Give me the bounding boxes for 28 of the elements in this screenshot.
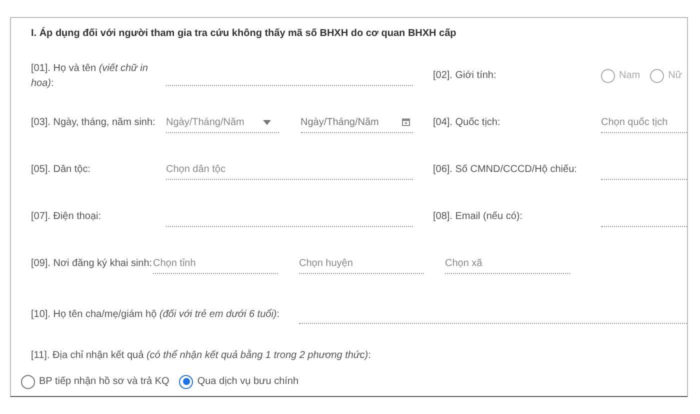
radio-label: BP tiếp nhận hồ sơ và trả KQ bbox=[39, 375, 170, 389]
field-label: [11]. Địa chỉ nhận kết quả (có thể nhận kết quả bằng 1 trong 2 phương thức): bbox=[31, 348, 372, 363]
select-field[interactable]: Chọn tỉnh bbox=[153, 254, 278, 274]
field-label: [03]. Ngày, tháng, năm sinh: bbox=[31, 116, 156, 130]
radio-button[interactable] bbox=[21, 374, 35, 388]
radio-button[interactable] bbox=[650, 68, 664, 82]
date-field[interactable]: Ngày/Tháng/Năm bbox=[300, 112, 413, 132]
select-field[interactable]: Chọn huyện bbox=[299, 254, 424, 274]
section-title: I. Áp dụng đối với người tham gia tra cứu không thấy mã số BHXH do cơ quan BHXH cấp bbox=[31, 26, 456, 41]
radio-button[interactable] bbox=[601, 68, 615, 82]
radio-label: Nam bbox=[619, 69, 640, 83]
field-label: [08]. Email (nếu có): bbox=[433, 210, 524, 224]
select-field[interactable]: Ngày/Tháng/Năm bbox=[166, 112, 278, 132]
field-label: [02]. Giới tính: bbox=[433, 69, 498, 83]
field-label: [09]. Nơi đăng ký khai sinh: bbox=[31, 257, 153, 271]
field-label: [10]. Họ tên cha/mẹ/giám hộ (đối với trẻ em dưới 6 tuổi): bbox=[31, 308, 281, 322]
field-label: [07]. Điện thoại: bbox=[31, 210, 102, 224]
field-label: [06]. Số CMND/CCCD/Hộ chiếu: bbox=[433, 163, 578, 177]
radio-button[interactable] bbox=[179, 374, 194, 388]
select-field[interactable]: Chọn quốc tịch bbox=[601, 112, 687, 132]
radio-label: Qua dịch vụ bưu chính bbox=[197, 375, 299, 389]
select-field[interactable]: Chọn xã bbox=[445, 254, 570, 274]
select-field[interactable]: Chọn dân tộc bbox=[166, 160, 413, 180]
field-label: [04]. Quốc tịch: bbox=[433, 116, 502, 130]
field-label: [05]. Dân tộc: bbox=[31, 163, 92, 177]
field-label: [01]. Họ và tên (viết chữ in hoa): bbox=[31, 62, 149, 90]
radio-label: Nữ bbox=[668, 69, 682, 83]
calendar-icon bbox=[402, 118, 410, 126]
